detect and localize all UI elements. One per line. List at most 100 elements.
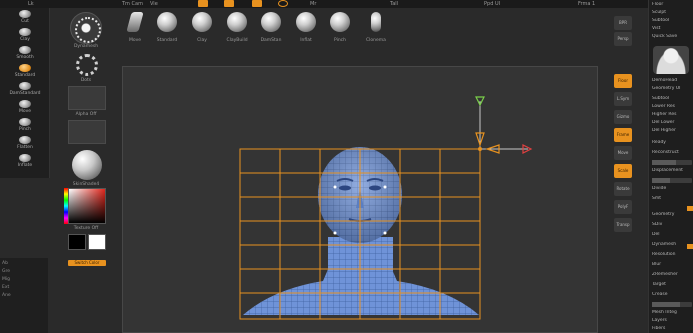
rp-orange-toggle[interactable] [687, 206, 693, 211]
shelf-ring-icon[interactable] [278, 0, 288, 7]
brush-move-label: Move [18, 109, 32, 114]
brush-smooth[interactable]: Smooth [3, 46, 47, 60]
shelf-orange-icon[interactable] [198, 0, 208, 7]
left-menu-item[interactable]: Mig [0, 274, 48, 282]
tool-column: Dynamesh Dots Alpha Off SkinShade4 Textu… [62, 8, 110, 333]
shelf-brush-damstan[interactable]: DamStan [256, 12, 286, 43]
control-point[interactable] [383, 185, 387, 189]
rp-row[interactable]: Lower Res [652, 104, 692, 109]
switch-color-button[interactable]: Switch Color [68, 260, 106, 266]
rp-row[interactable]: Floor [652, 2, 692, 7]
left-menu-item[interactable]: Ext [0, 282, 48, 290]
transform-gizmo[interactable] [475, 96, 533, 154]
dots-stroke-icon[interactable] [76, 54, 98, 76]
top-item-5[interactable]: Ppd UI [484, 1, 500, 7]
shelf-orange-icon[interactable] [224, 0, 234, 7]
rp-row[interactable]: Del Higher [652, 128, 692, 133]
head-mesh[interactable] [243, 147, 479, 315]
frame-button[interactable]: Frame [614, 128, 632, 142]
shelf-brush-move[interactable]: Move [120, 12, 150, 43]
top-item-3[interactable]: Mr [310, 1, 316, 7]
rp-slider[interactable] [652, 302, 692, 307]
control-point[interactable] [333, 185, 337, 189]
rp-row[interactable]: Crease [652, 292, 692, 297]
rp-row[interactable]: ZRemesher [652, 272, 692, 277]
control-point[interactable] [383, 231, 387, 235]
rp-row[interactable]: Del Lower [652, 120, 692, 125]
brush-move[interactable]: Move [3, 100, 47, 114]
rp-row[interactable]: Target [652, 282, 692, 287]
shelf-brush-pinch[interactable]: Pinch [325, 12, 355, 43]
rp-row[interactable]: Vist [652, 26, 692, 31]
texture-swatch[interactable] [68, 120, 106, 144]
rp-row[interactable]: Dynamesh [652, 242, 692, 247]
main-color-swatch[interactable] [68, 234, 86, 250]
smooth-brush-icon [19, 46, 31, 54]
rp-row[interactable]: Divide [652, 186, 692, 191]
bpr-button[interactable]: BPR [614, 16, 632, 30]
left-menu-item[interactable]: Gre [0, 266, 48, 274]
rp-row[interactable]: Displacement [652, 168, 692, 173]
rp-slider[interactable] [652, 178, 692, 183]
move-button[interactable]: Move [614, 146, 632, 160]
brush-shelf: Move Standard Clay ClayBuild DamStan Inf… [110, 8, 400, 50]
shelf-brush-inflate[interactable]: Inflat [291, 12, 321, 43]
shelf-brush-standard[interactable]: Standard [152, 12, 182, 43]
rp-row[interactable]: Sculpt [652, 10, 692, 15]
rp-row[interactable]: Higher Res [652, 112, 692, 117]
persp-button[interactable]: Persp [614, 32, 632, 46]
brush-inflate[interactable]: Inflate [3, 154, 47, 168]
brush-clay[interactable]: Clay [3, 28, 47, 42]
shelf-brush-clonema[interactable]: Clonema [361, 12, 391, 43]
bounding-box[interactable] [239, 148, 481, 320]
color-picker[interactable] [68, 188, 106, 224]
transp-button[interactable]: Transp [614, 218, 632, 232]
gizmo-button[interactable]: Gizmo [614, 110, 632, 124]
rp-row[interactable]: Resolution [652, 252, 692, 257]
rp-row[interactable]: Blur [652, 262, 692, 267]
polyf-button[interactable]: PolyF [614, 200, 632, 214]
top-item-6[interactable]: Frma 1 [578, 1, 595, 7]
floor-button[interactable]: Floor [614, 74, 632, 88]
shelf-brush-clay[interactable]: Clay [187, 12, 217, 43]
brush-pinch[interactable]: Pinch [3, 118, 47, 132]
brush-damstandard[interactable]: DamStandard [3, 82, 47, 96]
control-point[interactable] [333, 231, 337, 235]
rp-row[interactable]: Geometry UI [652, 86, 692, 91]
head-thumbnail-icon[interactable] [653, 46, 689, 74]
shelf-orange-icon[interactable] [252, 0, 262, 7]
secondary-color-swatch[interactable] [88, 234, 106, 250]
left-menu-item[interactable]: Ab [0, 258, 48, 266]
brush-cut[interactable]: Cut [3, 10, 47, 24]
lsym-button[interactable]: L.Sym [614, 92, 632, 106]
rp-row[interactable]: Ready [652, 140, 692, 145]
brush-flatten[interactable]: Flatten [3, 136, 47, 150]
top-item-4[interactable]: Tall [390, 1, 398, 7]
viewport-canvas[interactable] [122, 66, 598, 333]
rp-row[interactable]: Subtool [652, 18, 692, 23]
right-icon-column: BPR Persp Floor L.Sym Gizmo Frame Move S… [612, 8, 634, 333]
rp-row[interactable]: Smt [652, 196, 692, 201]
rp-row[interactable]: Mesh Integ [652, 310, 692, 315]
brush-standard[interactable]: Standard [3, 64, 47, 78]
gizmo-pivot[interactable] [478, 147, 482, 151]
shelf-brush-claybuild[interactable]: ClayBuild [222, 12, 252, 43]
top-item-1[interactable]: Tm Cam [122, 1, 143, 7]
top-item-0[interactable]: Lk [28, 1, 34, 7]
top-item-2[interactable]: Vie [150, 1, 158, 7]
left-menu-item[interactable]: Ane [0, 290, 48, 298]
rp-row[interactable]: Geometry [652, 212, 692, 217]
material-ball-icon[interactable] [72, 150, 102, 180]
stroke-dial-icon[interactable] [70, 12, 102, 44]
rp-row[interactable]: Reconstruct [652, 150, 692, 155]
rp-row[interactable]: SDiv [652, 222, 692, 227]
rp-slider[interactable] [652, 160, 692, 165]
rp-row[interactable]: Fibers [652, 326, 692, 331]
scale-button[interactable]: Scale [614, 164, 632, 178]
alpha-swatch[interactable] [68, 86, 106, 110]
rp-row[interactable]: Del [652, 232, 692, 237]
rp-row[interactable]: Layers [652, 318, 692, 323]
rp-row[interactable]: Quick Save [652, 34, 692, 39]
rotate-button[interactable]: Rotate [614, 182, 632, 196]
zbrush-window: Lk Tm Cam Vie Mr Tall Ppd UI Frma 1 Cut … [0, 0, 693, 333]
